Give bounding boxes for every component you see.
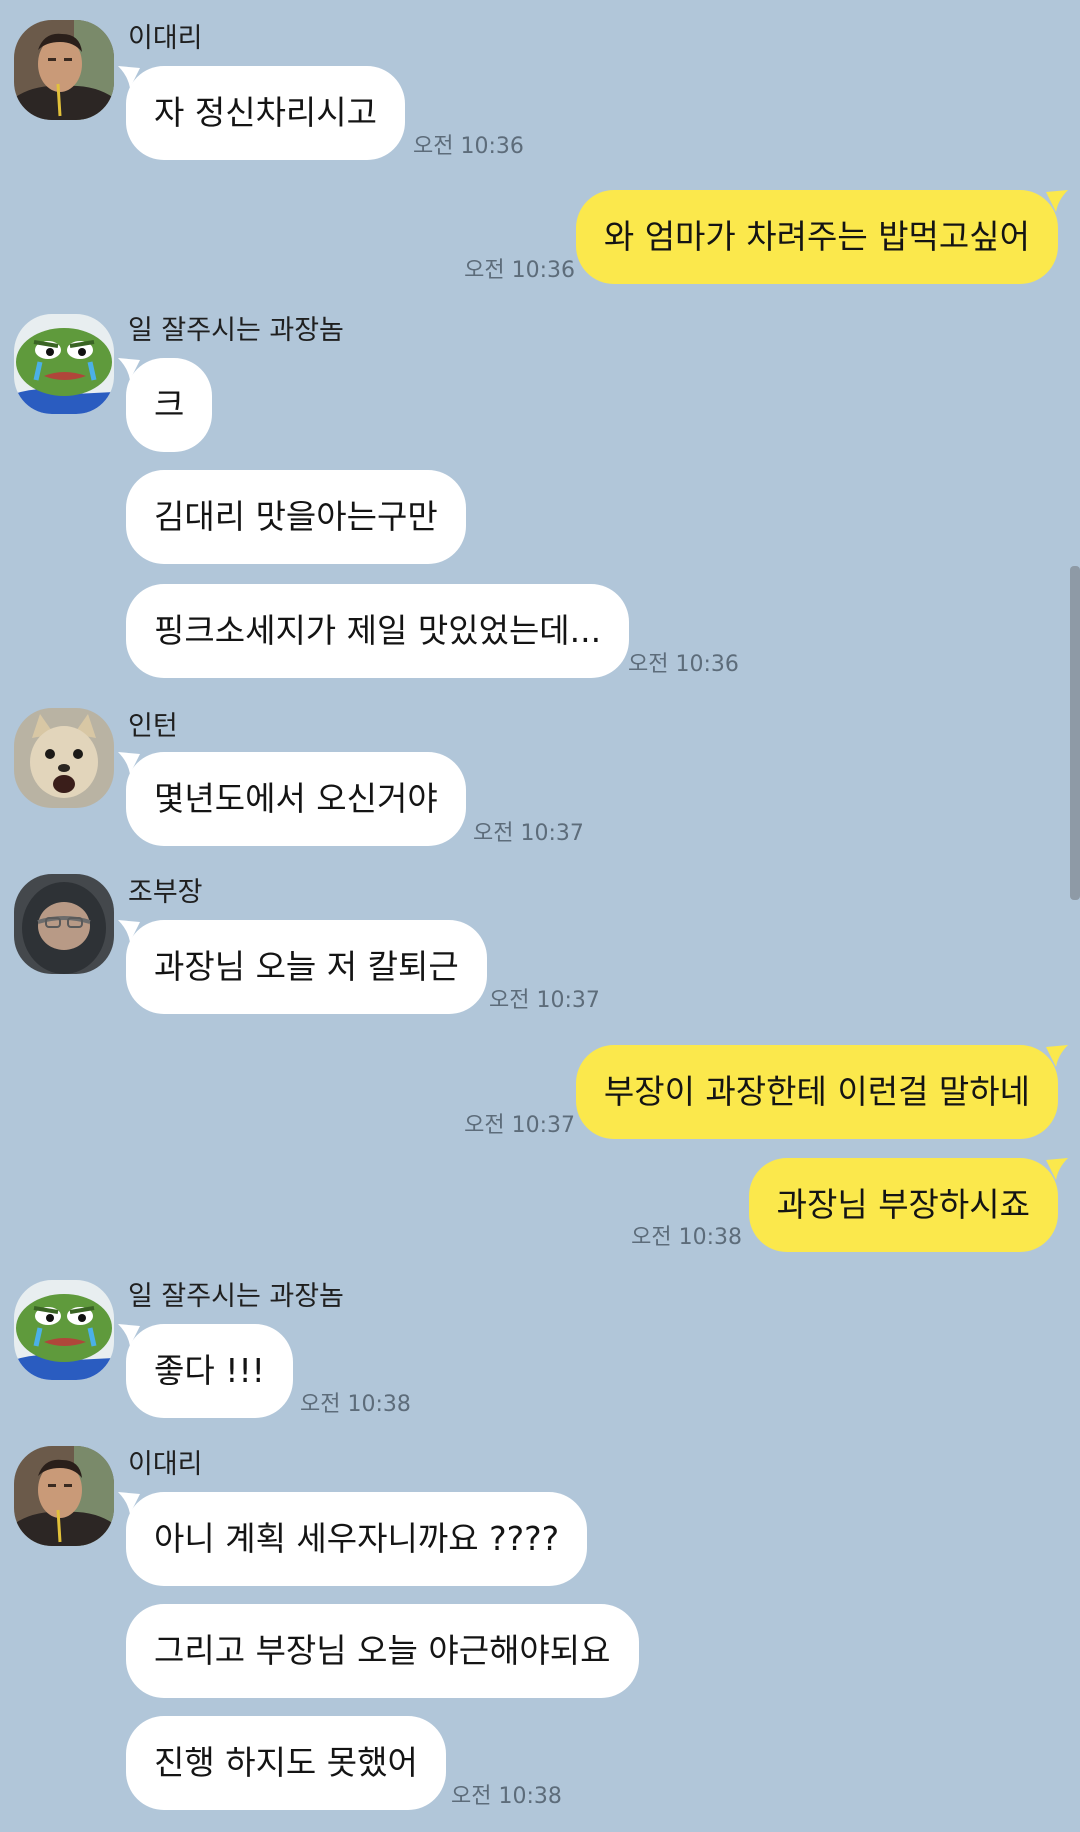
avatar-intern[interactable]: [14, 708, 114, 808]
message-timestamp: 오전 10:38: [631, 1225, 742, 1250]
message-timestamp: 오전 10:36: [628, 652, 739, 677]
avatar-gwajang[interactable]: [14, 314, 114, 414]
avatar-gwajang[interactable]: [14, 1280, 114, 1380]
message-bubble-incoming[interactable]: 그리고 부장님 오늘 야근해야되요: [126, 1604, 639, 1698]
message-bubble-outgoing[interactable]: 과장님 부장하시죠: [748, 1158, 1058, 1252]
message-bubble-incoming[interactable]: 핑크소세지가 제일 맛있었는데...: [126, 584, 630, 678]
message-bubble-incoming[interactable]: 좋다 !!!: [126, 1324, 293, 1418]
man-avatar-icon: [14, 1446, 114, 1546]
bubble-tail: [1046, 190, 1068, 212]
man-avatar-icon: [14, 20, 114, 120]
message-timestamp: 오전 10:37: [473, 821, 584, 846]
sender-name: 이대리: [128, 23, 203, 54]
sender-name: 이대리: [128, 1449, 203, 1480]
message-bubble-incoming[interactable]: 자 정신차리시고: [126, 66, 406, 160]
message-timestamp: 오전 10:37: [464, 1113, 575, 1138]
message-timestamp: 오전 10:38: [300, 1392, 411, 1417]
message-bubble-incoming[interactable]: 김대리 맛을아는구만: [126, 470, 466, 564]
bubble-tail: [1046, 1158, 1068, 1180]
frog-avatar-icon: [14, 314, 114, 414]
hooded-person-avatar-icon: [14, 874, 114, 974]
sender-name: 인턴: [128, 711, 178, 742]
avatar-bujang[interactable]: [14, 874, 114, 974]
sender-name: 일 잘주시는 과장놈: [128, 1281, 344, 1312]
bubble-tail: [1046, 1045, 1068, 1067]
message-bubble-incoming[interactable]: 과장님 오늘 저 칼퇴근: [126, 920, 487, 1014]
dog-avatar-icon: [14, 708, 114, 808]
message-bubble-incoming[interactable]: 크: [126, 358, 213, 452]
avatar-idaeri[interactable]: [14, 20, 114, 120]
scrollbar[interactable]: [1070, 566, 1080, 900]
message-timestamp: 오전 10:38: [451, 1784, 562, 1809]
message-bubble-incoming[interactable]: 몇년도에서 오신거야: [126, 752, 466, 846]
message-bubble-outgoing[interactable]: 와 엄마가 차려주는 밥먹고싶어: [575, 190, 1058, 284]
sender-name: 조부장: [128, 877, 203, 908]
message-bubble-outgoing[interactable]: 부장이 과장한테 이런걸 말하네: [575, 1045, 1058, 1139]
message-timestamp: 오전 10:36: [464, 258, 575, 283]
message-bubble-incoming[interactable]: 아니 계획 세우자니까요 ????: [126, 1492, 588, 1586]
avatar-idaeri[interactable]: [14, 1446, 114, 1546]
frog-avatar-icon: [14, 1280, 114, 1380]
message-timestamp: 오전 10:37: [489, 988, 600, 1013]
sender-name: 일 잘주시는 과장놈: [128, 315, 344, 346]
message-bubble-incoming[interactable]: 진행 하지도 못했어: [126, 1716, 446, 1810]
chat-area[interactable]: 이대리 자 정신차리시고 오전 10:36 와 엄마가 차려주는 밥먹고싶어 오…: [0, 0, 1080, 1832]
message-timestamp: 오전 10:36: [413, 134, 524, 159]
